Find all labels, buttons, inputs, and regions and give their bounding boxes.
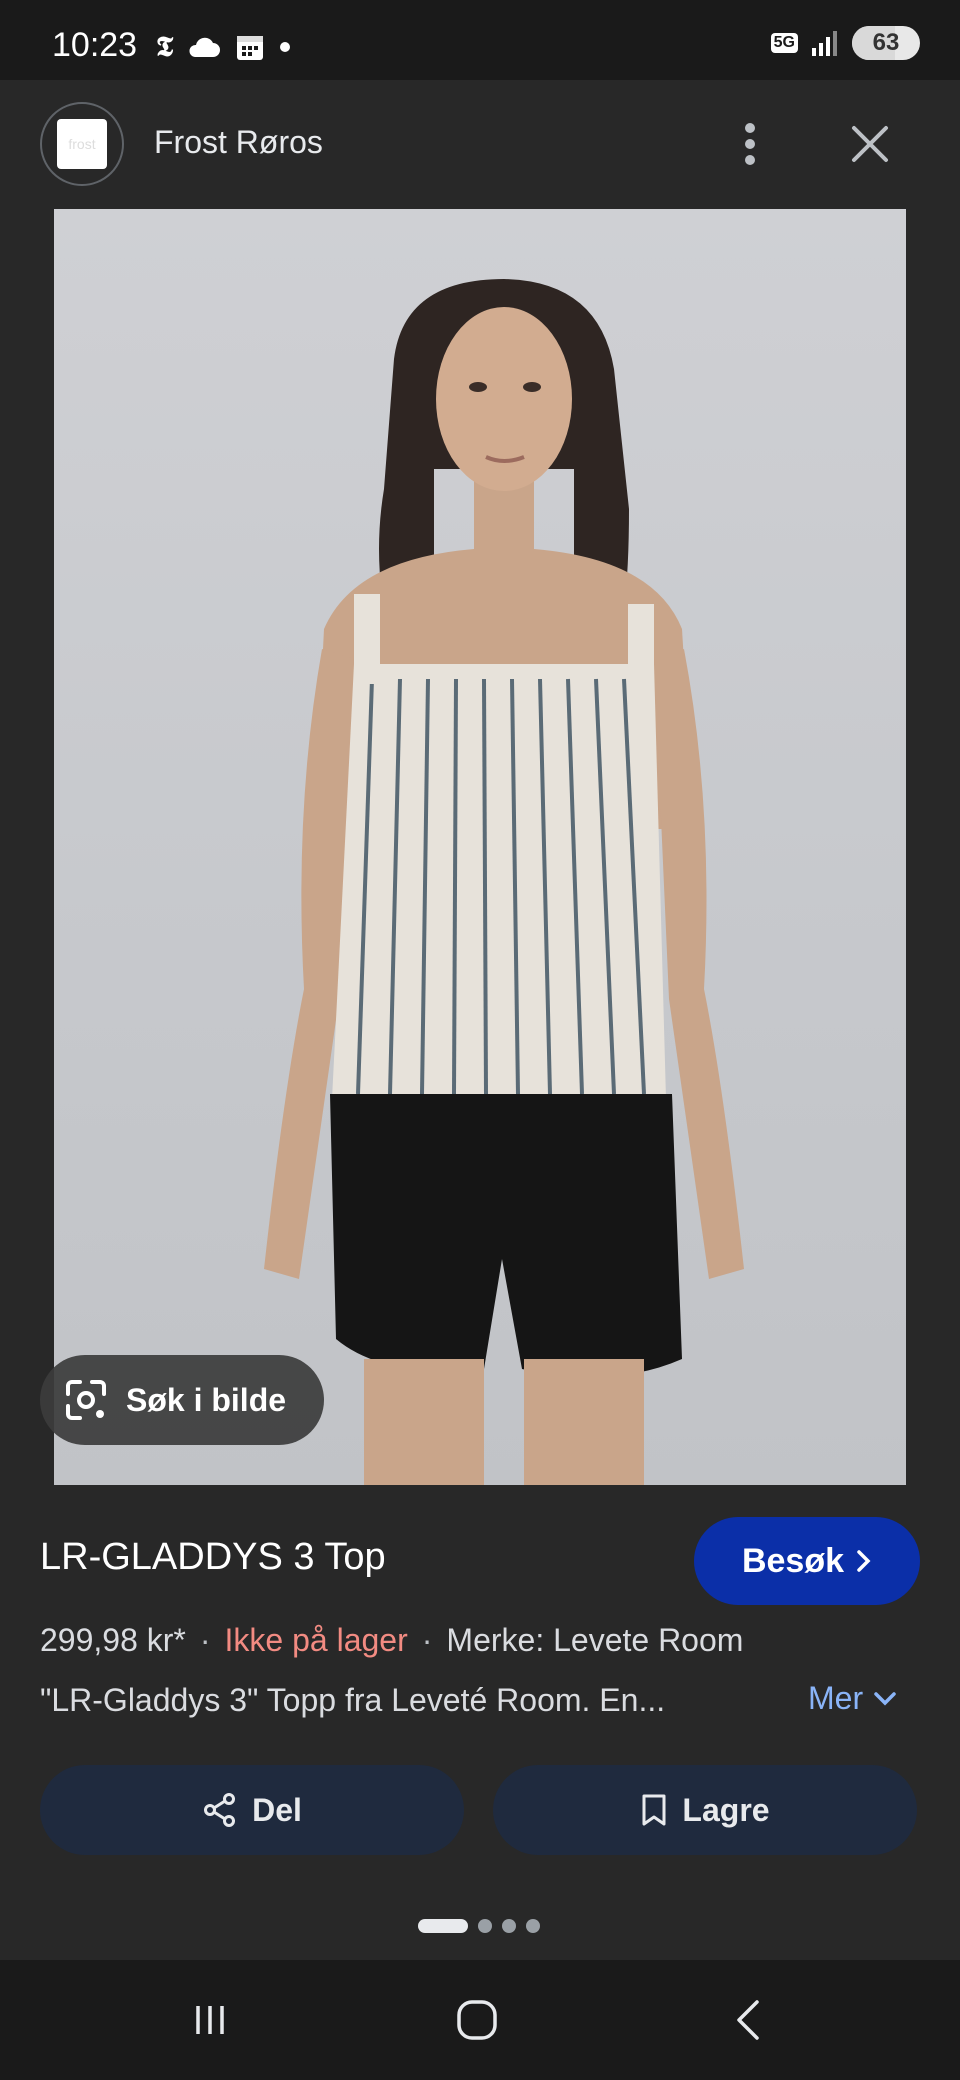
recent-apps-icon (196, 2006, 224, 2034)
stock-status: Ikke på lager (224, 1622, 408, 1658)
site-name[interactable]: Frost Røros (154, 124, 323, 161)
product-image[interactable] (54, 209, 906, 1485)
pager-dot (526, 1919, 540, 1933)
image-result-sheet: frost Frost Røros Søk i bilde LR-GLADDYS… (0, 80, 960, 1960)
sheet-header: frost Frost Røros (0, 80, 960, 208)
pager-dot (502, 1919, 516, 1933)
site-logo[interactable]: frost (40, 102, 124, 186)
lens-icon (66, 1380, 106, 1420)
visit-label: Besøk (741, 1541, 845, 1580)
status-notification-icons: 𝕿 (156, 30, 291, 64)
home-button[interactable] (447, 1990, 507, 2050)
product-description: "LR-Gladdys 3" Topp fra Leveté Room. En.… (40, 1682, 666, 1718)
share-icon (204, 1793, 236, 1827)
site-logo-image: frost (57, 119, 107, 169)
product-price: 299,98 kr* (40, 1622, 186, 1658)
more-options-button[interactable] (726, 120, 774, 168)
product-meta: 299,98 kr* · Ikke på lager · Merke: Leve… (40, 1622, 743, 1659)
back-icon (737, 2000, 759, 2040)
save-label: Lagre (682, 1791, 770, 1828)
recent-apps-button[interactable] (180, 1990, 240, 2050)
more-label: Mer (808, 1680, 864, 1716)
home-icon (457, 2000, 497, 2040)
close-icon (852, 126, 888, 162)
battery-level: 63 (872, 29, 900, 56)
battery-indicator: 63 (852, 26, 920, 60)
save-button[interactable]: Lagre (493, 1765, 917, 1855)
pager-dot-active (418, 1919, 468, 1933)
close-button[interactable] (846, 120, 894, 168)
meta-separator: · (199, 1622, 211, 1658)
chevron-right-icon (857, 1550, 871, 1572)
news-app-icon: 𝕿 (156, 30, 174, 63)
share-label: Del (252, 1791, 302, 1828)
visit-button[interactable]: Besøk (694, 1517, 920, 1605)
calendar-icon (237, 36, 264, 60)
search-in-image-button[interactable]: Søk i bilde (40, 1355, 324, 1445)
pager-dot (478, 1919, 492, 1933)
status-time: 10:23 (52, 26, 138, 64)
product-title[interactable]: LR-GLADDYS 3 Top (40, 1536, 386, 1579)
notification-dot-icon (280, 42, 291, 52)
system-nav-bar (0, 1960, 960, 2080)
network-type: 5G (770, 33, 798, 53)
status-bar: 10:23 𝕿 5G 63 (0, 0, 960, 80)
more-vert-icon (745, 123, 755, 165)
product-brand: Merke: Levete Room (446, 1622, 744, 1658)
back-button[interactable] (718, 1990, 778, 2050)
bookmark-icon (642, 1794, 666, 1826)
pagination-dots (418, 1919, 540, 1933)
status-right-icons: 5G 63 (770, 26, 920, 60)
search-in-image-label: Søk i bilde (126, 1381, 287, 1418)
chevron-down-icon (874, 1691, 896, 1705)
cloud-icon (189, 37, 221, 57)
signal-icon (812, 31, 837, 56)
meta-separator: · (421, 1622, 433, 1658)
more-button[interactable]: Mer (808, 1680, 897, 1717)
product-photo (264, 279, 744, 1485)
share-button[interactable]: Del (40, 1765, 464, 1855)
